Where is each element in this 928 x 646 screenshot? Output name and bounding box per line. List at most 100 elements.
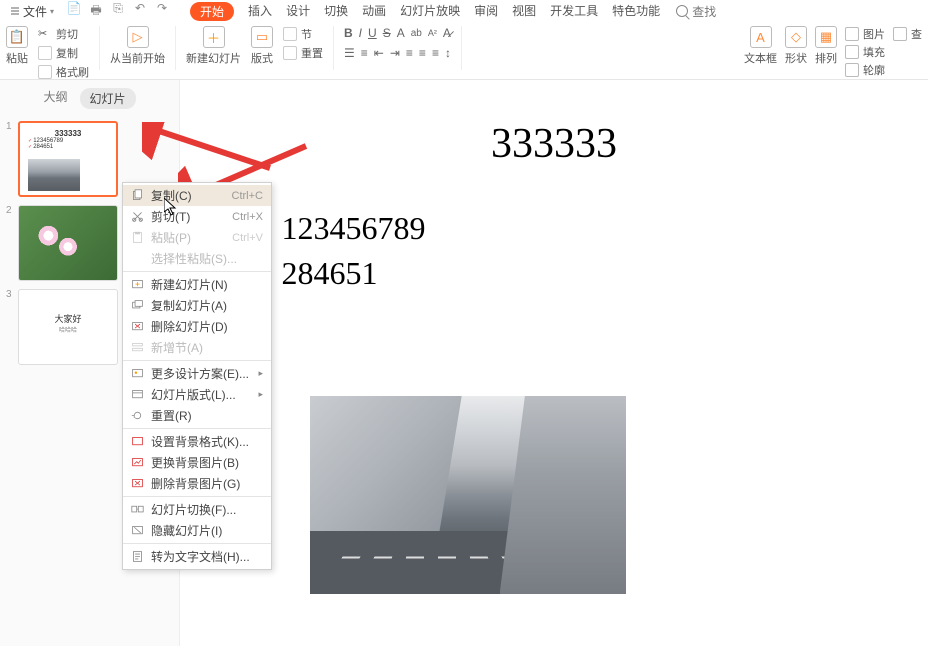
image-road (310, 531, 626, 594)
file-label: 文件 (23, 3, 47, 20)
qa-icon[interactable]: ⎘ (110, 1, 126, 22)
ctx-add-section: 新增节(A) (123, 337, 271, 358)
slide-thumb-2[interactable] (18, 205, 118, 281)
outline-tab[interactable]: 大纲 (43, 88, 67, 109)
from-begin-button[interactable]: ▷ 从当前开始 (110, 26, 165, 66)
indent-inc-button[interactable]: ⇥ (390, 46, 400, 60)
line-spacing-button[interactable]: ↕ (445, 46, 451, 60)
qa-icon[interactable]: ↷ (154, 1, 170, 22)
reset-icon (283, 46, 297, 60)
tab-insert[interactable]: 插入 (248, 2, 272, 21)
chevron-right-icon: ▸ (258, 389, 263, 400)
section-icon (129, 341, 145, 355)
ctx-del-slide[interactable]: 删除幻灯片(D) (123, 316, 271, 337)
strike-button[interactable]: S (383, 26, 391, 40)
bg-delete-icon (129, 477, 145, 491)
qa-icon[interactable]: 🖶 (88, 1, 104, 22)
sup-button[interactable]: A² (428, 28, 437, 38)
fill-button[interactable]: 填充 (845, 44, 885, 60)
paste-button[interactable]: 📋 粘贴 (6, 26, 28, 66)
tab-design[interactable]: 设计 (286, 2, 310, 21)
underline-button[interactable]: U (368, 26, 377, 40)
design-icon (129, 367, 145, 381)
cut-button[interactable]: ✂剪切 (38, 26, 89, 42)
shape-icon: ◇ (785, 26, 807, 48)
bullet-item[interactable]: 284651 (252, 255, 904, 292)
slide-thumb-3[interactable]: 大家好 哈哈哈 (18, 289, 118, 365)
font-color-button[interactable]: A (397, 26, 405, 40)
ctx-cut[interactable]: 剪切(T) Ctrl+X (123, 206, 271, 227)
ctx-slide-layout[interactable]: 幻灯片版式(L)... ▸ (123, 384, 271, 405)
bg-image-icon (129, 456, 145, 470)
blank-icon (129, 252, 145, 266)
ctx-dup-slide[interactable]: 复制幻灯片(A) (123, 295, 271, 316)
bullet-item[interactable]: 123456789 (252, 210, 904, 247)
tab-slideshow[interactable]: 幻灯片放映 (400, 2, 460, 21)
slide-canvas[interactable]: 333333 123456789 284651 (204, 96, 904, 636)
align-center-button[interactable]: ≡ (419, 46, 426, 60)
align-left-button[interactable]: ≡ (406, 46, 413, 60)
shape-button[interactable]: ◇形状 (785, 26, 807, 78)
ribbon: 📋 粘贴 ✂剪切 复制 格式刷 ▷ 从当前开始 ＋ 新建幻灯片 ▭ 版式 节 重… (0, 22, 928, 80)
ctx-copy[interactable]: 复制(C) Ctrl+C (123, 185, 271, 206)
slide-title[interactable]: 333333 (204, 120, 904, 168)
textbox-button[interactable]: A文本框 (744, 26, 777, 78)
slides-tab[interactable]: 幻灯片 (80, 88, 136, 109)
arrange-button[interactable]: ▦排列 (815, 26, 837, 78)
new-slide-button[interactable]: ＋ 新建幻灯片 (186, 26, 241, 66)
section-button[interactable]: 节 (283, 26, 323, 42)
reset-button[interactable]: 重置 (283, 45, 323, 61)
italic-button[interactable]: I (359, 26, 362, 40)
picture-button[interactable]: 图片 (845, 26, 885, 42)
fill-icon (845, 45, 859, 59)
tab-dev[interactable]: 开发工具 (550, 2, 598, 21)
ctx-remove-bg[interactable]: 删除背景图片(G) (123, 473, 271, 494)
copy-icon (38, 46, 52, 60)
slide-thumb-1[interactable]: 333333 123456789 284651 (18, 121, 118, 197)
ctx-hide-slide[interactable]: 隐藏幻灯片(I) (123, 520, 271, 541)
qa-icon[interactable]: ↶ (132, 1, 148, 22)
chevron-down-icon: ▾ (50, 7, 54, 16)
tab-home[interactable]: 开始 (190, 2, 234, 21)
ctx-paste: 粘贴(P) Ctrl+V (123, 227, 271, 248)
indent-dec-button[interactable]: ⇤ (374, 46, 384, 60)
brush-icon (38, 65, 52, 79)
ctx-more-design[interactable]: 更多设计方案(E)... ▸ (123, 363, 271, 384)
ctx-bg-format[interactable]: 设置背景格式(K)... (123, 431, 271, 452)
ctx-change-bg[interactable]: 更换背景图片(B) (123, 452, 271, 473)
ctx-new-slide[interactable]: 新建幻灯片(N) (123, 274, 271, 295)
tab-feature[interactable]: 特色功能 (612, 2, 660, 21)
find-button[interactable]: 查 (893, 26, 922, 42)
cut-icon (129, 210, 145, 224)
thumb-number: 1 (6, 121, 14, 197)
bullets-button[interactable]: ☰ (344, 46, 355, 60)
tab-transition[interactable]: 切换 (324, 2, 348, 21)
qa-icon[interactable]: 📄 (66, 1, 82, 22)
ribbon-tabs: 开始 插入 设计 切换 动画 幻灯片放映 审阅 视图 开发工具 特色功能 (190, 2, 660, 21)
outline-button[interactable]: 轮廓 (845, 62, 885, 78)
layout-button[interactable]: ▭ 版式 (251, 26, 273, 66)
align-right-button[interactable]: ≡ (432, 46, 439, 60)
tab-review[interactable]: 审阅 (474, 2, 498, 21)
highlight-button[interactable]: ab (411, 28, 422, 39)
outline-icon (845, 63, 859, 77)
file-menu[interactable]: 文件 ▾ (4, 3, 60, 20)
numbering-button[interactable]: ≡ (361, 46, 368, 60)
paragraph-row: ☰ ≡ ⇤ ⇥ ≡ ≡ ≡ ↕ (344, 46, 451, 60)
clear-format-button[interactable]: A̷ (443, 26, 451, 40)
search-box[interactable]: 查找 (676, 3, 716, 20)
reset-icon (129, 409, 145, 423)
bold-button[interactable]: B (344, 26, 353, 40)
ctx-transition[interactable]: 幻灯片切换(F)... (123, 499, 271, 520)
word-icon (129, 550, 145, 564)
slide-image[interactable] (310, 396, 626, 594)
find-icon (893, 27, 907, 41)
delete-icon (129, 320, 145, 334)
format-painter-button[interactable]: 格式刷 (38, 64, 89, 80)
bullet-list[interactable]: 123456789 284651 (252, 210, 904, 292)
ctx-reset[interactable]: 重置(R) (123, 405, 271, 426)
tab-animation[interactable]: 动画 (362, 2, 386, 21)
tab-view[interactable]: 视图 (512, 2, 536, 21)
copy-button[interactable]: 复制 (38, 45, 89, 61)
ctx-to-word[interactable]: 转为文字文档(H)... (123, 546, 271, 567)
